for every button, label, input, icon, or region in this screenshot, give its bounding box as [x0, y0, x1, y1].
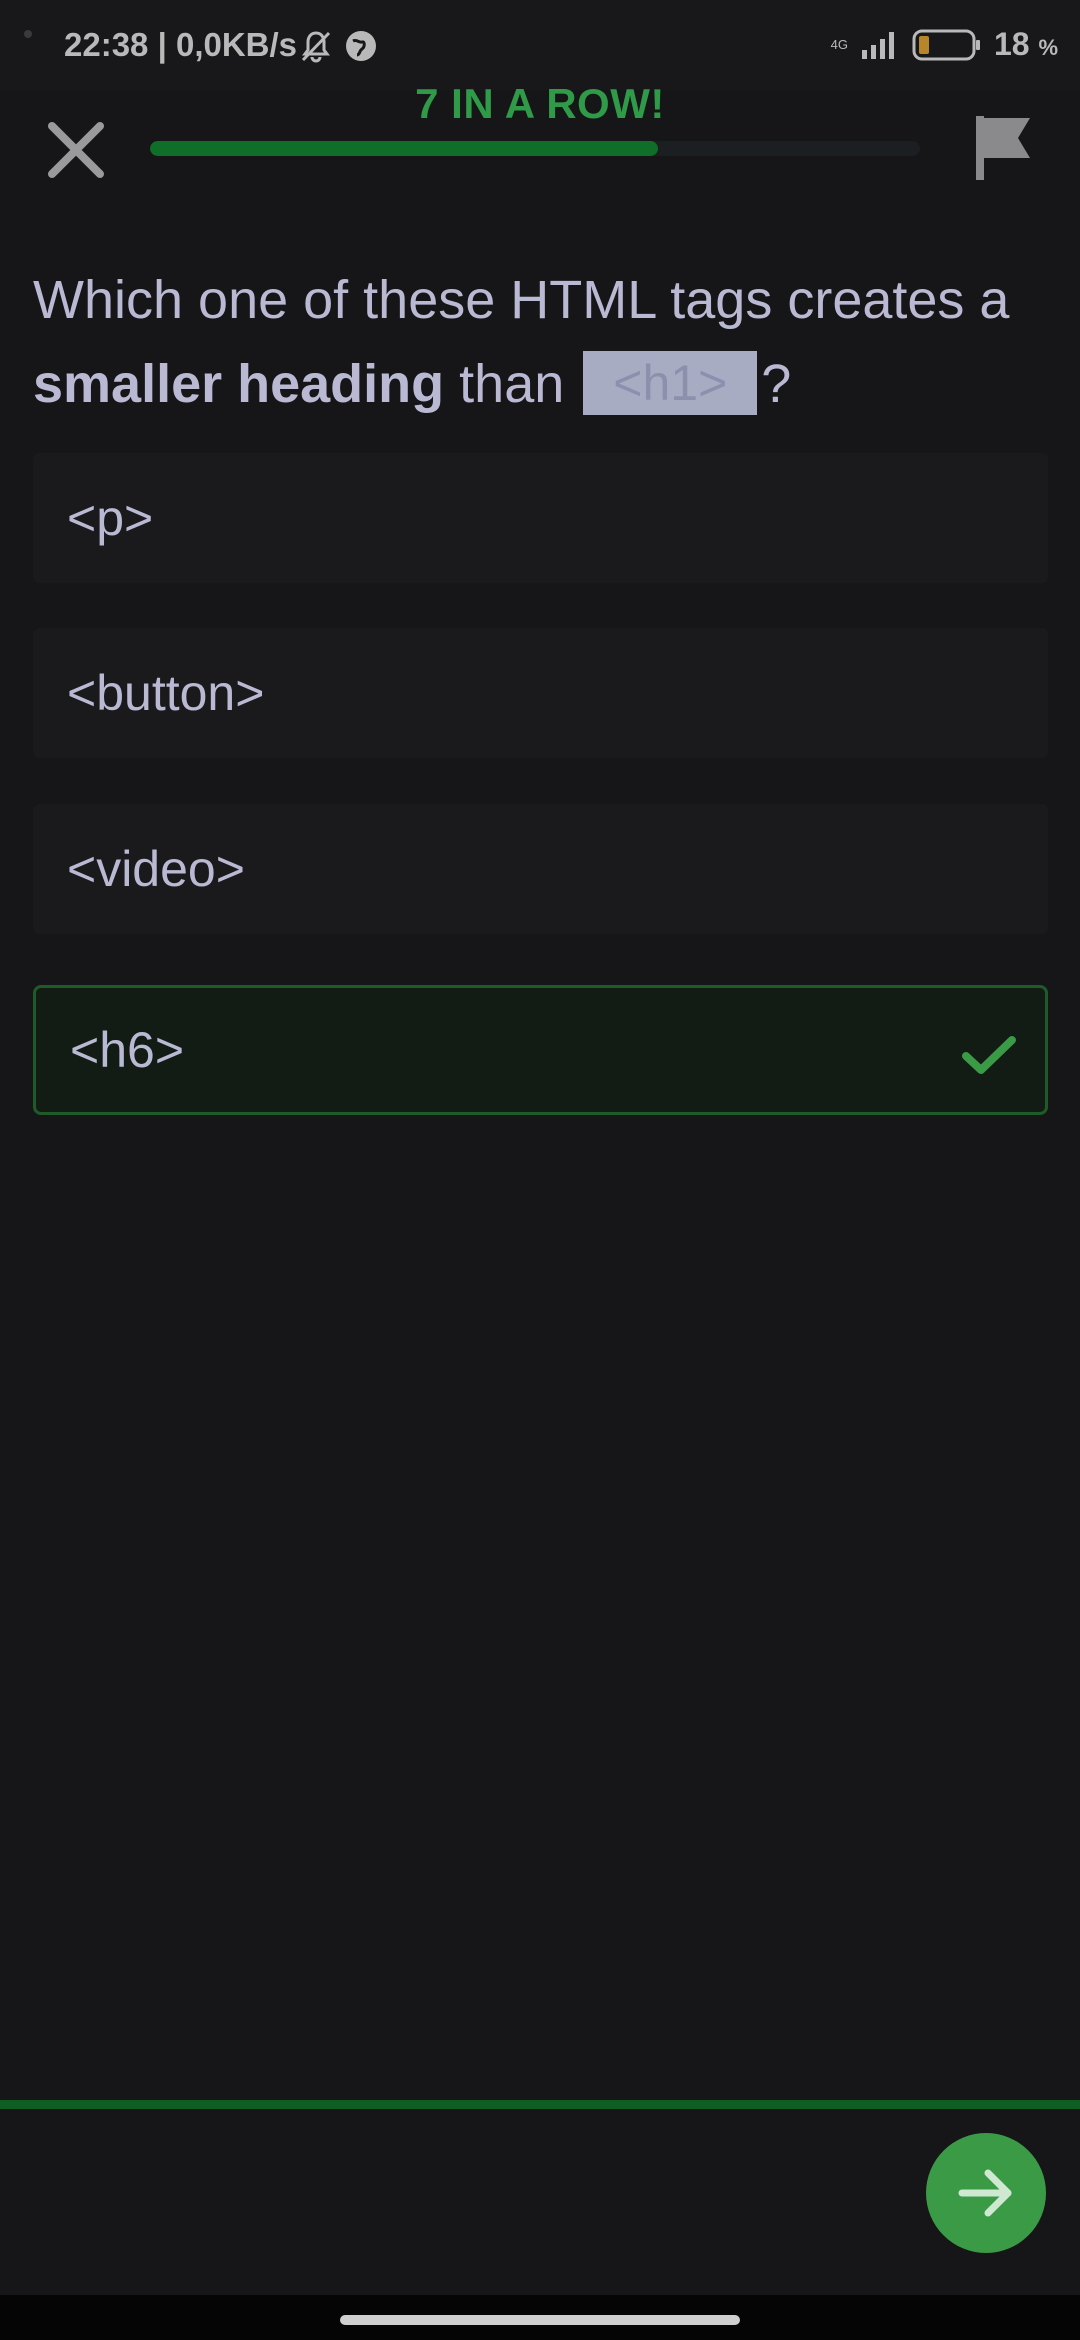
flag-icon [976, 116, 1030, 180]
question-part3: ? [761, 354, 792, 414]
status-icons-right: 4G 18 % [831, 26, 1058, 63]
camera-dot [24, 30, 32, 38]
option-label: <p> [67, 490, 154, 546]
answer-option-h6-correct[interactable]: <h6> [33, 985, 1048, 1115]
option-label: <video> [67, 841, 245, 897]
question-code-tag: <h1> [583, 351, 758, 415]
answer-option-p[interactable]: <p> [33, 453, 1048, 583]
option-label: <h6> [70, 1022, 185, 1078]
bell-off-icon [301, 31, 331, 63]
arrow-right-icon [958, 2169, 1012, 2217]
question-part1: Which one of these HTML tags creates a [33, 270, 1010, 330]
status-icons-left [298, 28, 378, 64]
home-indicator[interactable] [340, 2315, 740, 2325]
battery-percentage: 18 % [993, 26, 1058, 62]
progress-fill [150, 141, 659, 156]
question-part2: than [444, 354, 580, 414]
status-bar: 22:38 | 0,0KB/s 4G 18 % [0, 0, 1080, 90]
question-text: Which one of these HTML tags creates a s… [33, 258, 1063, 426]
check-icon [962, 1036, 1016, 1074]
question-emphasis: smaller heading [33, 354, 445, 414]
option-label: <button> [67, 665, 265, 721]
progress-bar [150, 141, 920, 156]
network-type: 4G [830, 36, 848, 52]
report-flag-button[interactable] [972, 112, 1036, 184]
answer-option-video[interactable]: <video> [33, 804, 1048, 934]
battery-icon [912, 29, 980, 60]
next-button[interactable] [926, 2133, 1046, 2253]
answer-option-button[interactable]: <button> [33, 628, 1048, 758]
globe-icon [346, 31, 376, 61]
streak-label: 7 IN A ROW! [415, 80, 665, 127]
bottom-divider [0, 2100, 1080, 2109]
signal-icon [861, 31, 894, 59]
status-time-speed: 22:38 | 0,0KB/s [64, 26, 298, 63]
